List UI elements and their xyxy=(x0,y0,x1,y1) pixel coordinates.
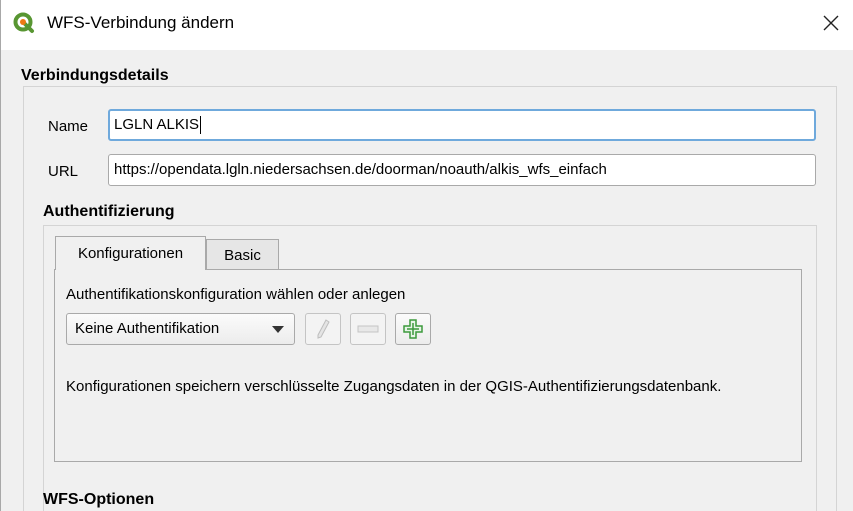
name-input[interactable]: LGLN ALKIS xyxy=(108,109,816,141)
wfs-options-title: WFS-Optionen xyxy=(43,491,155,508)
name-input-value: LGLN ALKIS xyxy=(114,116,200,133)
dialog-content: Verbindungsdetails Name LGLN ALKIS URL h… xyxy=(1,50,853,511)
url-input[interactable]: https://opendata.lgln.niedersachsen.de/d… xyxy=(108,154,816,186)
close-icon xyxy=(823,15,839,31)
tab-konfigurationen[interactable]: Konfigurationen xyxy=(55,236,206,270)
chevron-down-icon xyxy=(272,326,284,333)
minus-icon xyxy=(357,325,379,333)
auth-info-text: Konfigurationen speichern verschlüsselte… xyxy=(66,378,722,395)
add-auth-button[interactable] xyxy=(395,313,431,345)
title-bar: WFS-Verbindung ändern xyxy=(1,0,853,50)
wfs-connection-dialog: WFS-Verbindung ändern Verbindungsdetails… xyxy=(0,0,853,511)
tab-konfigurationen-label: Konfigurationen xyxy=(77,245,184,262)
window-title: WFS-Verbindung ändern xyxy=(47,13,235,32)
pencil-icon xyxy=(317,319,330,339)
auth-config-select-value: Keine Authentifikation xyxy=(75,320,220,337)
plus-icon xyxy=(403,319,423,339)
tab-basic-label: Basic xyxy=(224,246,261,264)
connection-details-title: Verbindungsdetails xyxy=(21,67,169,84)
url-label: URL xyxy=(48,163,79,180)
authentication-title: Authentifizierung xyxy=(43,203,175,220)
auth-config-select[interactable]: Keine Authentifikation xyxy=(66,313,295,345)
remove-auth-button[interactable] xyxy=(350,313,386,345)
tab-basic[interactable]: Basic xyxy=(206,239,279,270)
edit-auth-button[interactable] xyxy=(305,313,341,345)
qgis-logo-icon xyxy=(13,12,34,33)
text-caret xyxy=(200,116,202,135)
auth-prompt-label: Authentifikationskonfiguration wählen od… xyxy=(66,286,406,303)
name-label: Name xyxy=(48,118,89,135)
close-button[interactable] xyxy=(808,0,853,46)
url-input-value: https://opendata.lgln.niedersachsen.de/d… xyxy=(114,161,607,178)
